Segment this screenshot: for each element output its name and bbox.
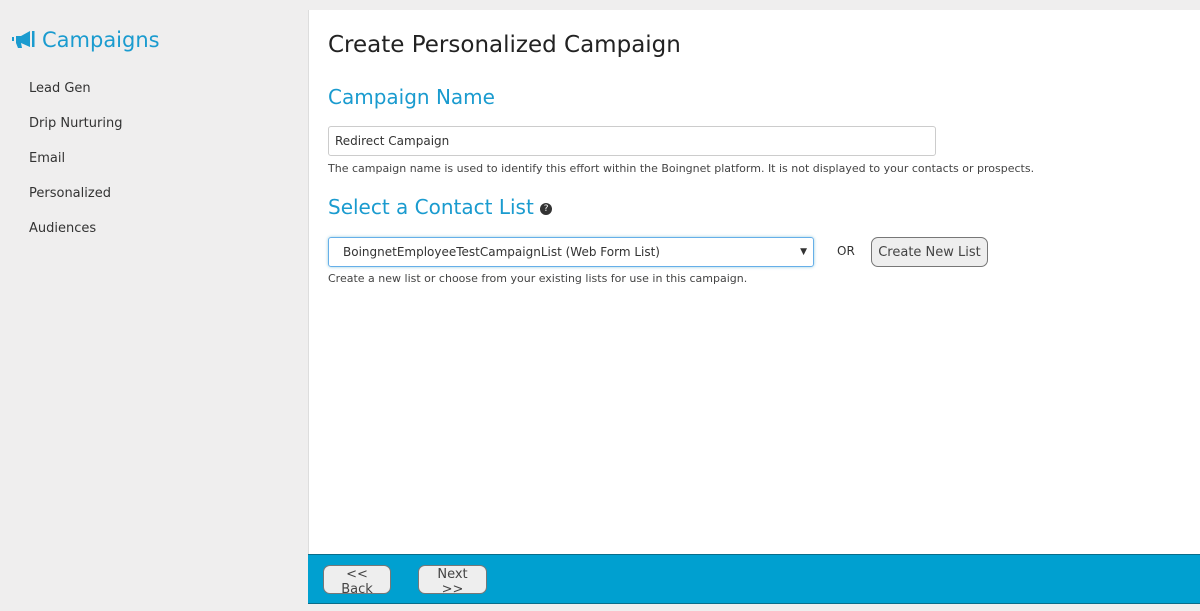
sidebar-item-audiences[interactable]: Audiences (29, 220, 122, 255)
create-new-list-button[interactable]: Create New List (871, 237, 988, 267)
sidebar-title: Campaigns (12, 28, 160, 52)
contact-list-heading-text: Select a Contact List (328, 195, 534, 219)
or-label: OR (837, 244, 855, 258)
main-panel: Create Personalized Campaign Campaign Na… (308, 10, 1200, 554)
campaign-name-help: The campaign name is used to identify th… (328, 162, 1035, 175)
page-title: Create Personalized Campaign (328, 32, 681, 58)
chevron-down-icon: ▼ (800, 247, 807, 257)
contact-list-selected: BoingnetEmployeeTestCampaignList (Web Fo… (343, 245, 660, 259)
campaign-name-input[interactable] (328, 126, 936, 156)
megaphone-icon (12, 31, 35, 48)
sidebar: Campaigns Lead Gen Drip Nurturing Email … (0, 0, 308, 611)
contact-list-select[interactable]: BoingnetEmployeeTestCampaignList (Web Fo… (328, 237, 814, 267)
back-button[interactable]: << Back (323, 565, 391, 597)
help-icon[interactable]: ? (540, 202, 553, 215)
sidebar-item-email[interactable]: Email (29, 150, 122, 185)
sidebar-item-lead-gen[interactable]: Lead Gen (29, 80, 122, 115)
contact-list-help: Create a new list or choose from your ex… (328, 272, 748, 285)
sidebar-item-personalized[interactable]: Personalized (29, 185, 122, 220)
sidebar-title-text: Campaigns (42, 28, 160, 52)
sidebar-item-drip-nurturing[interactable]: Drip Nurturing (29, 115, 122, 150)
contact-list-heading: Select a Contact List ? (328, 195, 553, 219)
campaign-name-heading: Campaign Name (328, 85, 495, 109)
footer-bar: << Back Next >> (308, 554, 1200, 604)
next-button[interactable]: Next >> (418, 565, 487, 597)
